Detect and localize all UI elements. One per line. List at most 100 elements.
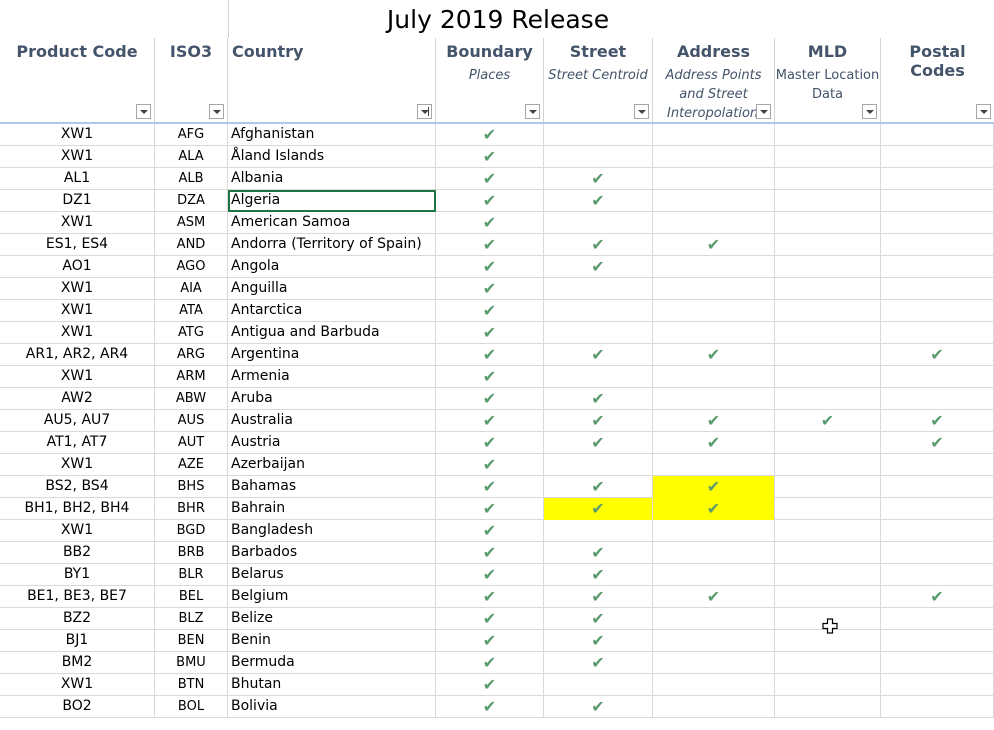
product-code-cell[interactable]: BB2: [0, 542, 155, 564]
filter-dropdown-button[interactable]: [525, 104, 540, 119]
check-cell[interactable]: ✔: [544, 696, 653, 718]
check-cell[interactable]: [544, 366, 653, 388]
iso3-cell[interactable]: AUT: [155, 432, 228, 454]
country-cell[interactable]: Bahamas: [228, 476, 436, 498]
check-cell[interactable]: [775, 146, 881, 168]
iso3-cell[interactable]: ALB: [155, 168, 228, 190]
check-cell[interactable]: [775, 366, 881, 388]
check-cell[interactable]: ✔: [436, 278, 544, 300]
product-code-cell[interactable]: AW2: [0, 388, 155, 410]
check-cell[interactable]: ✔: [653, 344, 775, 366]
country-cell[interactable]: Antarctica: [228, 300, 436, 322]
check-cell[interactable]: ✔: [436, 300, 544, 322]
check-cell[interactable]: [653, 300, 775, 322]
check-cell[interactable]: [881, 608, 994, 630]
product-code-cell[interactable]: BY1: [0, 564, 155, 586]
table-row[interactable]: AU5, AU7 AUS Australia ✔ ✔ ✔ ✔ ✔: [0, 410, 994, 432]
table-row[interactable]: AR1, AR2, AR4 ARG Argentina ✔ ✔ ✔ ✔: [0, 344, 994, 366]
check-cell[interactable]: [775, 520, 881, 542]
country-cell[interactable]: Algeria: [228, 190, 436, 212]
check-cell[interactable]: [775, 696, 881, 718]
check-cell[interactable]: [544, 300, 653, 322]
table-row[interactable]: XW1 ATG Antigua and Barbuda ✔: [0, 322, 994, 344]
country-cell[interactable]: Andorra (Territory of Spain): [228, 234, 436, 256]
check-cell[interactable]: ✔: [544, 234, 653, 256]
check-cell[interactable]: ✔: [544, 256, 653, 278]
check-cell[interactable]: ✔: [436, 256, 544, 278]
check-cell[interactable]: ✔: [436, 652, 544, 674]
check-cell[interactable]: ✔: [436, 124, 544, 146]
check-cell[interactable]: ✔: [436, 564, 544, 586]
check-cell[interactable]: ✔: [544, 168, 653, 190]
check-cell[interactable]: ✔: [436, 146, 544, 168]
check-cell[interactable]: [775, 190, 881, 212]
filter-dropdown-button[interactable]: [209, 104, 224, 119]
check-cell[interactable]: [775, 652, 881, 674]
header-boundary[interactable]: Boundary Places: [436, 38, 544, 122]
product-code-cell[interactable]: BZ2: [0, 608, 155, 630]
product-code-cell[interactable]: XW1: [0, 278, 155, 300]
check-cell[interactable]: [881, 190, 994, 212]
table-row[interactable]: AT1, AT7 AUT Austria ✔ ✔ ✔ ✔: [0, 432, 994, 454]
check-cell[interactable]: ✔: [653, 498, 775, 520]
table-row[interactable]: AO1 AGO Angola ✔ ✔: [0, 256, 994, 278]
iso3-cell[interactable]: BMU: [155, 652, 228, 674]
iso3-cell[interactable]: ABW: [155, 388, 228, 410]
country-cell[interactable]: Antigua and Barbuda: [228, 322, 436, 344]
check-cell[interactable]: [775, 278, 881, 300]
table-row[interactable]: XW1 AFG Afghanistan ✔: [0, 124, 994, 146]
iso3-cell[interactable]: AND: [155, 234, 228, 256]
product-code-cell[interactable]: XW1: [0, 454, 155, 476]
check-cell[interactable]: ✔: [544, 432, 653, 454]
table-row[interactable]: XW1 ASM American Samoa ✔: [0, 212, 994, 234]
check-cell[interactable]: ✔: [436, 190, 544, 212]
country-cell[interactable]: Bangladesh: [228, 520, 436, 542]
check-cell[interactable]: [881, 520, 994, 542]
country-cell[interactable]: Bhutan: [228, 674, 436, 696]
check-cell[interactable]: ✔: [436, 322, 544, 344]
country-cell[interactable]: Angola: [228, 256, 436, 278]
table-row[interactable]: BY1 BLR Belarus ✔ ✔: [0, 564, 994, 586]
filter-dropdown-button[interactable]: [136, 104, 151, 119]
country-cell[interactable]: Bermuda: [228, 652, 436, 674]
product-code-cell[interactable]: XW1: [0, 322, 155, 344]
check-cell[interactable]: ✔: [436, 520, 544, 542]
iso3-cell[interactable]: AIA: [155, 278, 228, 300]
check-cell[interactable]: ✔: [544, 476, 653, 498]
iso3-cell[interactable]: AGO: [155, 256, 228, 278]
iso3-cell[interactable]: BOL: [155, 696, 228, 718]
table-row[interactable]: BO2 BOL Bolivia ✔ ✔: [0, 696, 994, 718]
check-cell[interactable]: ✔: [881, 410, 994, 432]
check-cell[interactable]: [775, 542, 881, 564]
check-cell[interactable]: ✔: [436, 608, 544, 630]
country-cell[interactable]: Azerbaijan: [228, 454, 436, 476]
check-cell[interactable]: [881, 674, 994, 696]
check-cell[interactable]: ✔: [653, 234, 775, 256]
check-cell[interactable]: ✔: [881, 586, 994, 608]
check-cell[interactable]: ✔: [436, 344, 544, 366]
iso3-cell[interactable]: ASM: [155, 212, 228, 234]
country-cell[interactable]: Aruba: [228, 388, 436, 410]
iso3-cell[interactable]: BLR: [155, 564, 228, 586]
check-cell[interactable]: [881, 542, 994, 564]
table-row[interactable]: AL1 ALB Albania ✔ ✔: [0, 168, 994, 190]
check-cell[interactable]: ✔: [436, 212, 544, 234]
check-cell[interactable]: [653, 388, 775, 410]
table-row[interactable]: BS2, BS4 BHS Bahamas ✔ ✔ ✔: [0, 476, 994, 498]
country-cell[interactable]: Barbados: [228, 542, 436, 564]
check-cell[interactable]: [653, 212, 775, 234]
check-cell[interactable]: ✔: [544, 190, 653, 212]
iso3-cell[interactable]: ATA: [155, 300, 228, 322]
product-code-cell[interactable]: AL1: [0, 168, 155, 190]
check-cell[interactable]: [775, 564, 881, 586]
product-code-cell[interactable]: DZ1: [0, 190, 155, 212]
check-cell[interactable]: [881, 168, 994, 190]
iso3-cell[interactable]: BEL: [155, 586, 228, 608]
check-cell[interactable]: [653, 146, 775, 168]
check-cell[interactable]: [653, 190, 775, 212]
check-cell[interactable]: [653, 608, 775, 630]
filter-dropdown-button[interactable]: [634, 104, 649, 119]
check-cell[interactable]: ✔: [436, 476, 544, 498]
iso3-cell[interactable]: BLZ: [155, 608, 228, 630]
check-cell[interactable]: [775, 168, 881, 190]
